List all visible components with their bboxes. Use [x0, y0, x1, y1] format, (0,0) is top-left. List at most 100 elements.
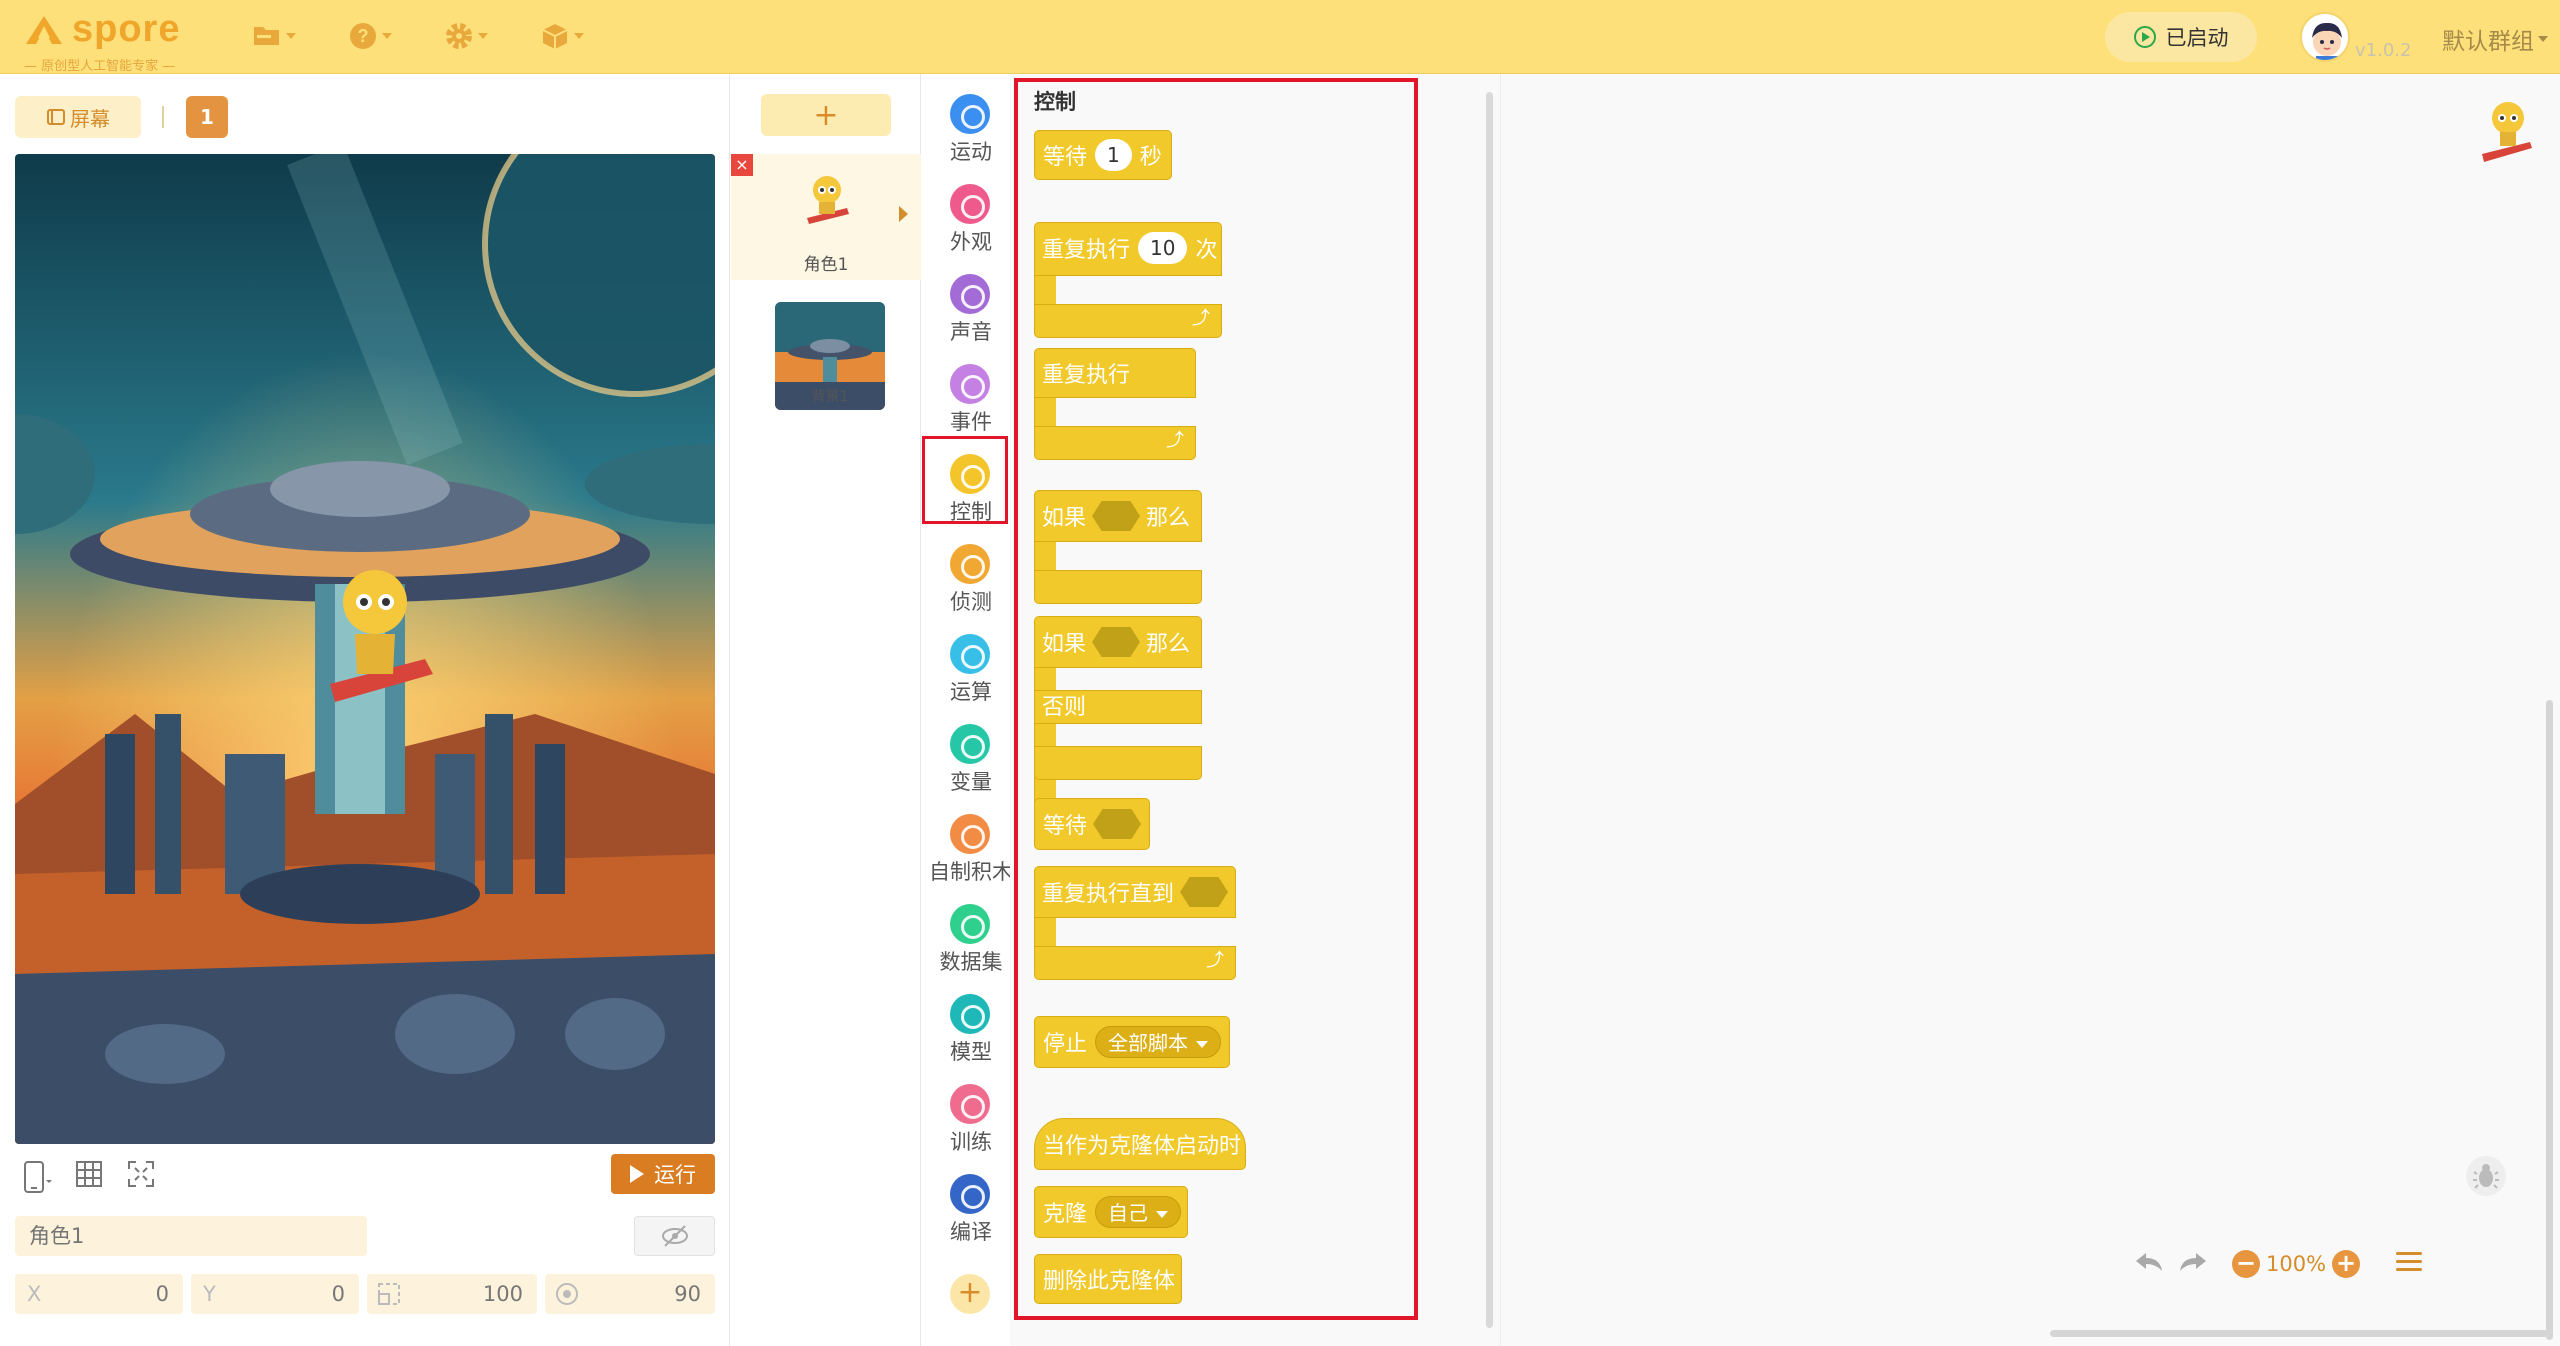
category-highlight — [922, 436, 1008, 524]
play-icon — [630, 1165, 644, 1183]
zoom-out-button[interactable]: − — [2232, 1250, 2260, 1278]
gear-icon — [446, 23, 472, 49]
category-motion[interactable]: 运动 — [922, 86, 1022, 172]
dataset-icon — [950, 904, 990, 944]
palette-highlight — [1014, 78, 1418, 1320]
stage-canvas[interactable] — [15, 154, 715, 1144]
logo-icon — [26, 15, 62, 44]
sprite-panel: + × 角色1 背景1 — [731, 74, 921, 1346]
size-field[interactable]: 100 — [367, 1274, 537, 1314]
y-field[interactable]: Y 0 — [191, 1274, 359, 1314]
category-operators[interactable]: 运算 — [922, 626, 1022, 712]
undo-button[interactable] — [2134, 1248, 2164, 1283]
debug-button[interactable] — [2466, 1156, 2506, 1196]
my-blocks-icon — [950, 814, 990, 854]
model-icon — [950, 994, 990, 1034]
run-button[interactable]: 运行 — [611, 1154, 715, 1194]
divider — [162, 106, 164, 128]
version-label: v1.0.2 — [2355, 40, 2412, 61]
logo-subtitle: — 原创型人工智能专家 — — [24, 59, 176, 74]
code-workspace[interactable] — [1500, 74, 2560, 1346]
workspace-scrollbar-horizontal[interactable] — [2050, 1330, 2550, 1337]
workspace-scrollbar-vertical[interactable] — [2546, 700, 2553, 1340]
redo-icon — [2180, 1253, 2206, 1271]
size-icon — [378, 1283, 400, 1305]
direction-field[interactable]: 90 — [545, 1274, 715, 1314]
screen-label: 屏幕 — [70, 106, 110, 131]
category-model[interactable]: 模型 — [922, 986, 1022, 1072]
running-status-button[interactable]: 已启动 — [2105, 12, 2257, 62]
sprite-thumbnail — [807, 176, 849, 224]
category-training[interactable]: 训练 — [922, 1076, 1022, 1162]
folder-icon — [254, 27, 279, 45]
category-sensing[interactable]: 侦测 — [922, 536, 1022, 622]
palette-scrollbar[interactable] — [1486, 92, 1493, 1328]
category-panel: 运动 外观 声音 事件 控制 侦测 运算 变量 自制积木 数据集 模型 训练 编… — [922, 74, 1013, 1346]
chevron-down-icon — [2538, 36, 2548, 42]
category-my-blocks[interactable]: 自制积木 — [922, 806, 1022, 892]
status-label: 已启动 — [2165, 26, 2229, 50]
screen-button[interactable]: 屏幕 — [15, 96, 141, 138]
backdrop-thumbnail[interactable]: 背景1 — [775, 302, 885, 410]
x-value: 0 — [155, 1282, 169, 1306]
backdrop-label: 背景1 — [811, 389, 849, 405]
grid-icon[interactable] — [75, 1160, 103, 1188]
top-bar: spore — 原创型人工智能专家 — ? 已启动 v1.0.2 默认群组 — [0, 0, 2560, 74]
svg-text:?: ? — [358, 26, 369, 46]
looks-icon — [950, 184, 990, 224]
stage-toolbar: 运行 — [15, 1154, 715, 1198]
settings-menu-button[interactable] — [444, 18, 488, 54]
undo-icon — [2136, 1253, 2162, 1271]
variables-icon — [950, 724, 990, 764]
screen-icon — [47, 109, 65, 125]
cube-icon — [542, 24, 568, 49]
help-menu-button[interactable]: ? — [348, 18, 392, 54]
events-icon — [950, 364, 990, 404]
group-selector[interactable]: 默认群组 — [2442, 22, 2548, 56]
help-icon: ? — [350, 23, 376, 49]
delete-sprite-button[interactable]: × — [731, 154, 753, 176]
add-extension-button[interactable]: + — [950, 1274, 990, 1314]
compile-icon — [950, 1174, 990, 1214]
category-dataset[interactable]: 数据集 — [922, 896, 1022, 982]
category-looks[interactable]: 外观 — [922, 176, 1022, 262]
zoom-control: − 100% + — [2232, 1246, 2361, 1282]
chevron-down-icon — [574, 33, 584, 39]
bug-icon — [2473, 1164, 2499, 1189]
stage-backdrop-image — [15, 154, 715, 1144]
add-sprite-button[interactable]: + — [761, 94, 891, 136]
chevron-down-icon — [478, 33, 488, 39]
user-avatar-icon — [2312, 22, 2342, 60]
sprite-expand-icon[interactable] — [899, 206, 908, 222]
eye-hidden-icon — [661, 1225, 688, 1247]
category-sound[interactable]: 声音 — [922, 266, 1022, 352]
sprite-name-input[interactable] — [15, 1216, 367, 1256]
logo-text: spore — [72, 8, 181, 50]
play-circle-icon — [2133, 26, 2156, 48]
redo-button[interactable] — [2178, 1248, 2208, 1283]
device-icon[interactable] — [19, 1160, 53, 1194]
category-events[interactable]: 事件 — [922, 356, 1022, 442]
chevron-down-icon — [382, 33, 392, 39]
logo: spore — [24, 8, 180, 51]
size-value: 100 — [482, 1282, 523, 1306]
workspace-menu-icon[interactable] — [2396, 1252, 2422, 1272]
extension-menu-button[interactable] — [540, 18, 584, 54]
direction-value: 90 — [674, 1282, 701, 1306]
visibility-toggle[interactable] — [634, 1216, 715, 1256]
x-label: X — [27, 1282, 42, 1306]
category-compile[interactable]: 编译 — [922, 1166, 1022, 1252]
stage-panel: 屏幕 1 运行 角色1 X 0 Y 0 100 90 — [0, 74, 730, 1346]
screen-number-badge[interactable]: 1 — [186, 96, 228, 138]
x-field[interactable]: X 0 — [15, 1274, 183, 1314]
training-icon — [950, 1084, 990, 1124]
avatar[interactable] — [2300, 12, 2350, 62]
file-menu-button[interactable] — [252, 18, 296, 54]
chevron-down-icon — [286, 33, 296, 39]
group-label: 默认群组 — [2442, 29, 2534, 55]
fullscreen-icon[interactable] — [127, 1160, 155, 1188]
zoom-level: 100% — [2266, 1252, 2327, 1276]
category-variables[interactable]: 变量 — [922, 716, 1022, 802]
zoom-in-button[interactable]: + — [2332, 1250, 2361, 1278]
operators-icon — [950, 634, 990, 674]
